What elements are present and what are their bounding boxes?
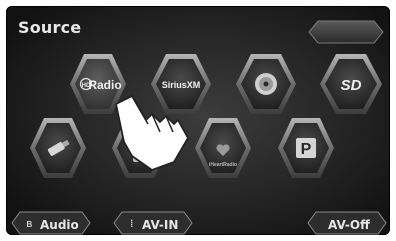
disc-icon [255,73,277,95]
hd-radio-label: Radio [88,78,121,92]
source-screen: Source HD Radio SiriusXM SD iHeartRadio … [6,6,390,235]
bt-audio-label: Audio [40,218,79,232]
sd-card-icon: SD [341,77,362,94]
disc-tile[interactable] [236,54,296,114]
pandora-icon: P [296,138,316,158]
siriusxm-label: SiriusXM [162,80,201,90]
svg-text:P: P [301,141,312,158]
svg-text:SD: SD [341,77,362,94]
av-off-label: AV-Off [328,218,370,232]
siriusxm-tile[interactable]: SiriusXM [151,54,211,114]
av-jack-icon: ⁞ [130,217,134,230]
svg-text:iHeartRadio: iHeartRadio [209,162,237,168]
source-grid: HD Radio SiriusXM SD iHeartRadio P ʙ ⁞ [11,54,387,235]
pandora-tile[interactable]: P [278,118,334,178]
bluetooth-icon: ʙ [26,217,32,230]
av-in-label: AV-IN [142,218,179,232]
sd-tile[interactable]: SD [320,54,382,114]
usb-tile[interactable] [30,118,86,178]
iheartradio-tile[interactable]: iHeartRadio [195,118,251,178]
